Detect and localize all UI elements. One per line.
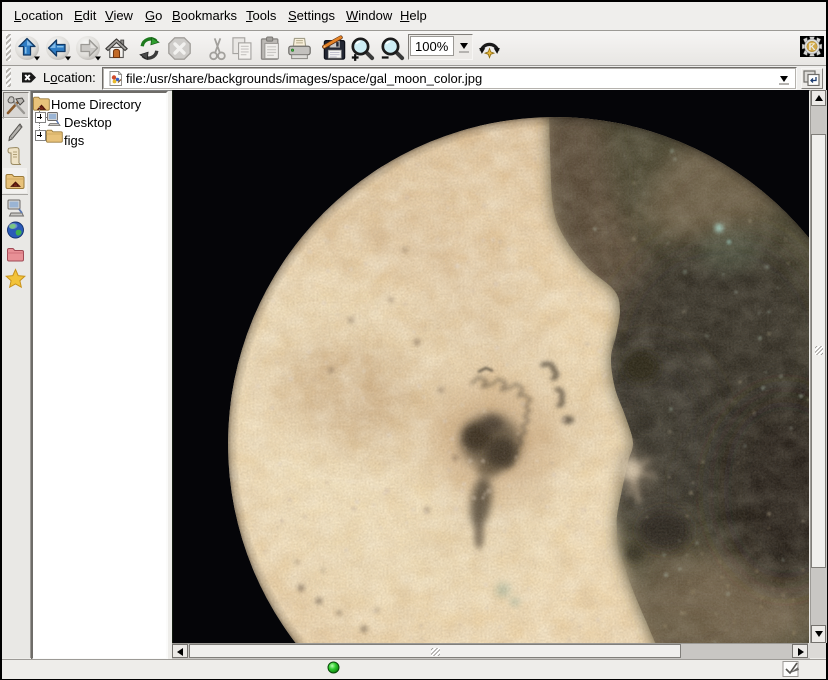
svg-text:K: K <box>809 42 816 53</box>
